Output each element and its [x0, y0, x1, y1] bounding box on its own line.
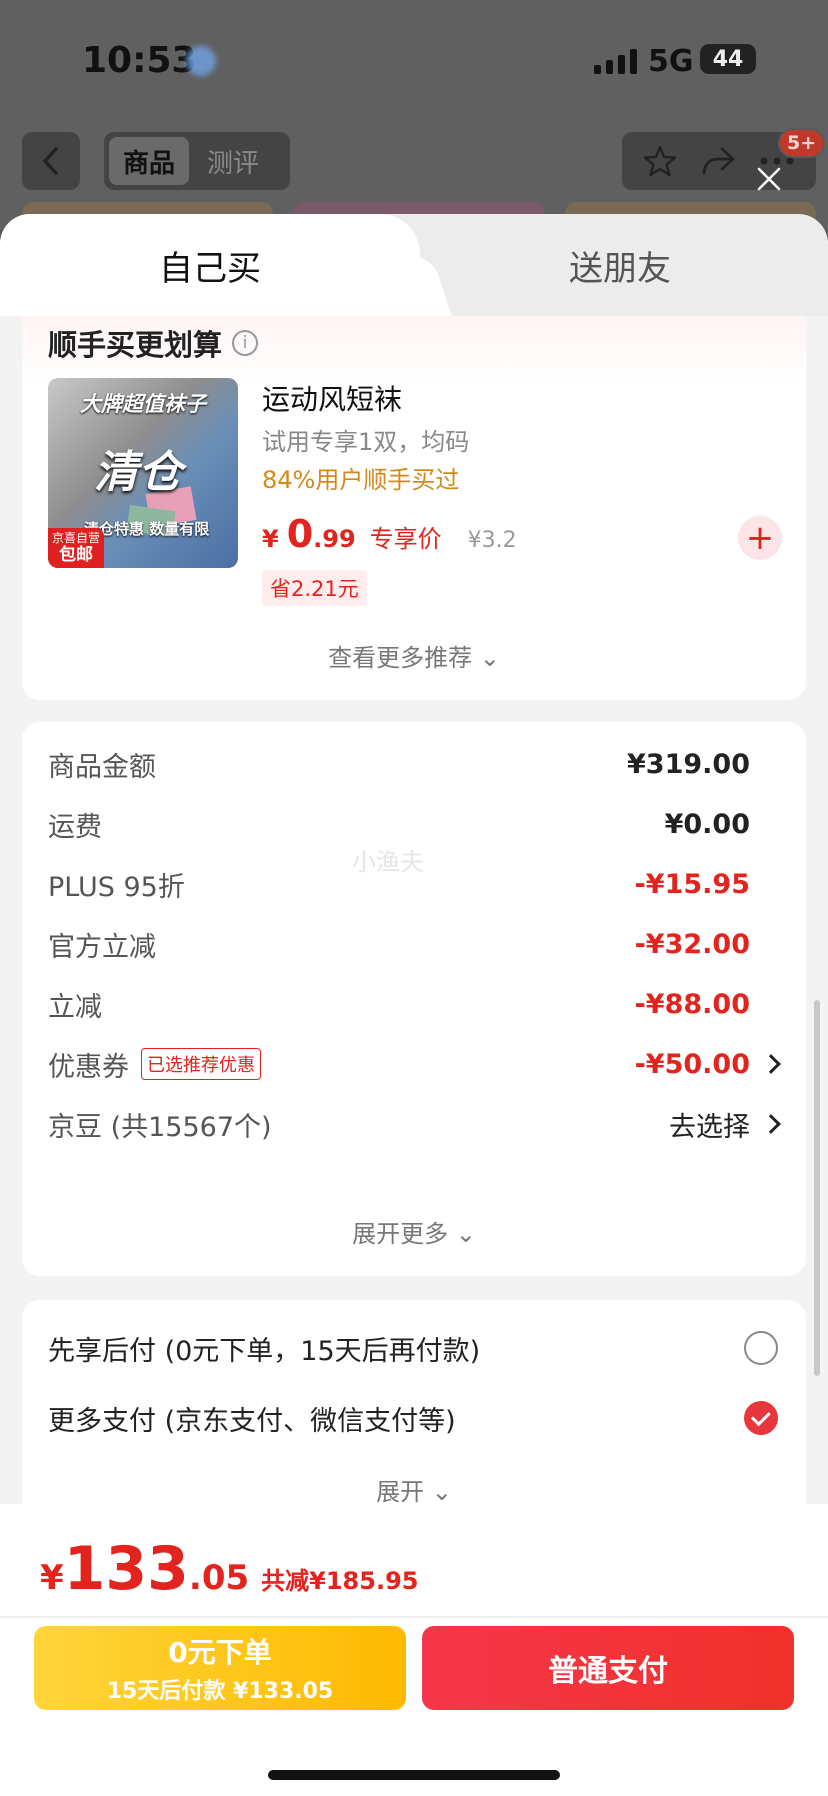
radio-checked-icon[interactable] — [744, 1401, 778, 1435]
summary-label: PLUS 95折 — [48, 871, 185, 903]
status-bar: 10:53 5G 44 — [0, 0, 828, 120]
tab-buy-for-self[interactable]: 自己买 — [0, 214, 420, 316]
summary-row-official-discount: 官方立减 -¥32.00 — [48, 914, 778, 974]
tab-product[interactable]: 商品 — [109, 137, 190, 185]
summary-label: 商品金额 — [48, 751, 156, 783]
summary-label: 京豆 (共15567个) — [48, 1111, 272, 1143]
store-logo-top: 京喜自营 — [51, 531, 100, 545]
notification-badge: 5+ — [778, 128, 826, 158]
summary-row-goods: 商品金额 ¥319.00 — [48, 734, 778, 794]
signal-icon — [594, 48, 637, 74]
chevron-left-icon — [42, 147, 58, 175]
product-social-proof: 84%用户顺手买过 — [262, 466, 460, 494]
payment-option-pay-later[interactable]: 先享后付 (0元下单，15天后再付款) — [48, 1318, 778, 1378]
chevron-right-icon — [761, 1114, 781, 1134]
summary-value: ¥319.00 — [627, 748, 750, 780]
summary-value: 去选择 — [669, 1111, 750, 1143]
summary-value: -¥50.00 — [634, 1048, 750, 1080]
product-price: ¥ 0 .99 专享价 ¥3.2 — [262, 512, 517, 556]
add-to-order-button[interactable]: + — [738, 516, 782, 560]
payment-option-more[interactable]: 更多支付 (京东支付、微信支付等) — [48, 1388, 778, 1448]
close-icon[interactable] — [752, 162, 786, 196]
tab-send-to-friend[interactable]: 送朋友 — [500, 214, 740, 316]
summary-value: -¥32.00 — [634, 928, 750, 960]
product-name[interactable]: 运动风短袜 — [262, 378, 402, 418]
pay-later-button[interactable]: 0元下单 15天后付款 ¥133.05 — [34, 1626, 406, 1710]
summary-value-wrap: -¥50.00 — [634, 1048, 781, 1080]
pay-now-button[interactable]: 普通支付 — [422, 1626, 794, 1710]
product-image-banner: 大牌超值袜子 — [80, 392, 206, 416]
save-badge: 省2.21元 — [262, 570, 367, 606]
chevron-right-icon — [761, 1054, 781, 1074]
summary-value-wrap: ¥319.00 — [627, 749, 778, 780]
star-icon[interactable] — [643, 144, 677, 178]
expand-more-link[interactable]: 展开更多 ⌄ — [22, 1214, 806, 1249]
scrollbar[interactable] — [814, 1000, 820, 1376]
summary-value-wrap: -¥88.00 — [635, 989, 778, 1020]
summary-value: -¥88.00 — [634, 988, 750, 1020]
status-time: 10:53 — [82, 40, 197, 81]
payment-option-label: 先享后付 (0元下单，15天后再付款) — [48, 1335, 481, 1367]
price-decimal: .99 — [313, 525, 356, 553]
recommend-title-text: 顺手买更划算 — [48, 328, 223, 362]
price-currency: ¥ — [262, 525, 279, 553]
summary-row-plus-discount: PLUS 95折 -¥15.95 — [48, 854, 778, 914]
total-currency: ¥ — [40, 1558, 64, 1598]
home-indicator — [268, 1770, 560, 1780]
product-tabs: 商品 测评 — [104, 132, 290, 190]
store-logo: 京喜自营 包邮 — [48, 528, 104, 568]
summary-row-instant-discount: 立减 -¥88.00 — [48, 974, 778, 1034]
tab-review[interactable]: 测评 — [193, 137, 273, 185]
summary-value-wrap: -¥15.95 — [635, 869, 778, 900]
price-integer: 0 — [286, 512, 314, 556]
radio-unchecked-icon[interactable] — [744, 1331, 778, 1365]
summary-value-wrap: ¥0.00 — [665, 809, 778, 840]
coupon-label-wrap: 优惠券 已选推荐优惠 — [48, 1045, 261, 1084]
checkout-bar: ¥ 133 .05 共减¥185.95 0元下单 15天后付款 ¥133.05 … — [0, 1504, 828, 1796]
summary-label: 优惠券 — [48, 1051, 129, 1083]
summary-value: ¥0.00 — [664, 808, 750, 840]
info-icon[interactable]: i — [232, 330, 259, 356]
summary-value-wrap: 去选择 — [669, 1105, 781, 1144]
summary-label: 运费 — [48, 811, 102, 843]
back-button[interactable] — [22, 132, 80, 190]
price-summary-card: 小渔夫 商品金额 ¥319.00 运费 ¥0.00 PLUS 95折 -¥15.… — [22, 722, 806, 1276]
product-image-headline: 清仓 — [94, 447, 182, 498]
network-type: 5G — [648, 44, 694, 79]
store-logo-bottom: 包邮 — [59, 545, 93, 566]
purchase-mode-tabs: 自己买 送朋友 — [0, 214, 828, 316]
tab-buy-for-self-label: 自己买 — [159, 248, 261, 289]
recommend-card: 顺手买更划算 i 大牌超值袜子 清仓 清仓特惠 数量有限 京喜自营 包邮 运动风短… — [22, 316, 806, 700]
summary-row-jd-beans[interactable]: 京豆 (共15567个) 去选择 — [48, 1094, 781, 1154]
original-price: ¥3.2 — [467, 528, 517, 553]
payment-option-label: 更多支付 (京东支付、微信支付等) — [48, 1405, 456, 1437]
summary-row-shipping: 运费 ¥0.00 — [48, 794, 778, 854]
share-icon[interactable] — [700, 145, 736, 177]
summary-value-wrap: -¥32.00 — [635, 929, 778, 960]
more-recommendations-link[interactable]: 查看更多推荐 ⌄ — [22, 638, 806, 673]
price-tag: 专享价 — [369, 525, 442, 553]
location-indicator-icon — [186, 46, 216, 76]
total-decimal: .05 — [188, 1558, 250, 1598]
battery-icon: 44 — [700, 44, 756, 74]
summary-row-coupon[interactable]: 优惠券 已选推荐优惠 -¥50.00 — [48, 1034, 781, 1094]
pay-later-line2: 15天后付款 ¥133.05 — [106, 1679, 334, 1704]
divider — [0, 1616, 828, 1618]
product-image[interactable]: 大牌超值袜子 清仓 清仓特惠 数量有限 京喜自营 包邮 — [48, 378, 238, 568]
product-spec: 试用专享1双，均码 — [262, 428, 470, 456]
pay-later-line1: 0元下单 — [168, 1636, 272, 1669]
total-integer: 133 — [63, 1534, 189, 1604]
summary-label: 立减 — [48, 991, 102, 1023]
expand-payment-link[interactable]: 展开 ⌄ — [22, 1472, 806, 1507]
recommend-title: 顺手买更划算 i — [48, 322, 259, 364]
total-price: ¥ 133 .05 共减¥185.95 — [40, 1534, 418, 1604]
total-savings: 共减¥185.95 — [261, 1567, 419, 1595]
summary-value: -¥15.95 — [634, 868, 750, 900]
summary-label: 官方立减 — [48, 931, 156, 963]
coupon-chip: 已选推荐优惠 — [141, 1048, 261, 1080]
